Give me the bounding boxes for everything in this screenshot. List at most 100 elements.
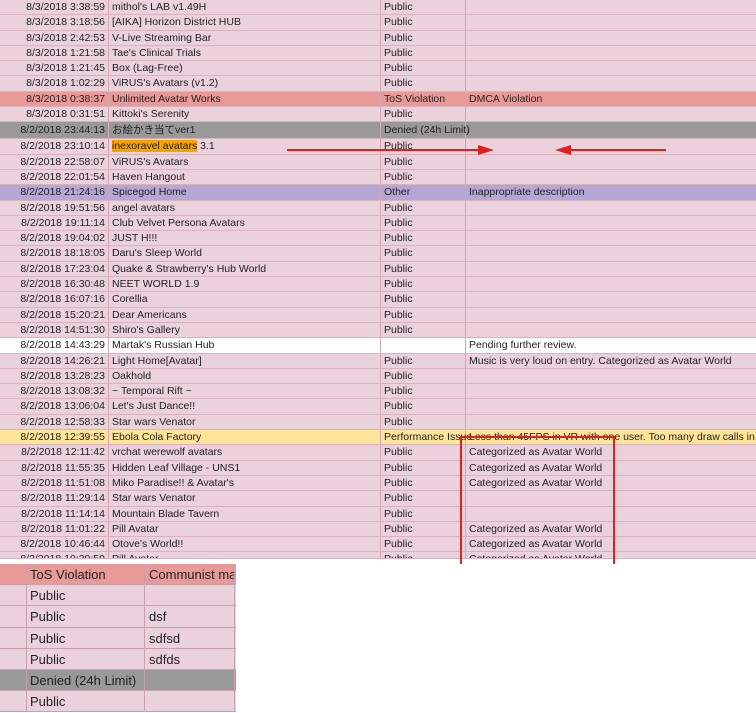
date-cell[interactable]: 8/2/2018 13:08:32 [0,384,109,399]
date-cell[interactable]: 8/2/2018 14:43:29 [0,338,109,353]
table-row[interactable]: 8/2/2018 23:44:13 お絵かき当てver1 Denied (24h L… [0,122,756,140]
date-cell[interactable]: 8/3/2018 1:21:58 [0,45,109,61]
world-name-cell[interactable]: mithol's LAB v1.49H [109,0,381,15]
date-cell[interactable]: 8/2/2018 12:39:55 [0,430,109,445]
table-row[interactable]: 8/2/2018 21:24:16 Spicegod Home Other Inapp… [0,185,756,201]
notes-cell[interactable]: Inappropriate description [466,185,756,199]
status-cell[interactable]: Public [381,368,466,384]
world-name-cell[interactable]: NEET WORLD 1.9 [109,277,381,292]
world-name-cell[interactable]: Club Velvet Persona Avatars [109,215,381,231]
table-row[interactable]: 8/3/2018 1:21:45 Box (Lag-Free) Public [0,61,756,77]
inset-table-row[interactable]: Denied (24h Limit) [0,669,236,692]
world-name-cell[interactable]: お絵かき当てver1 [109,122,381,139]
inset-note-cell[interactable] [145,669,235,691]
table-row[interactable]: 8/3/2018 0:38:37 Unlimited Avatar Works To… [0,91,756,108]
world-name-cell[interactable]: ViRUS's Avatars (v1.2) [109,76,381,91]
status-cell[interactable]: Public [381,414,466,429]
world-name-cell[interactable]: ViRUS's Avatars [109,154,381,169]
notes-cell[interactable] [466,107,756,121]
date-cell[interactable]: 8/2/2018 15:20:21 [0,307,109,322]
inset-table-row[interactable]: Public [0,585,236,607]
table-row[interactable]: 8/2/2018 15:20:21 Dear Americans Public [0,307,756,323]
world-name-cell[interactable]: Tae's Clinical Trials [109,45,381,61]
date-cell[interactable]: 8/2/2018 23:44:13 [0,122,109,139]
date-cell[interactable]: 8/2/2018 11:29:14 [0,491,109,506]
notes-cell[interactable] [466,15,756,29]
notes-cell[interactable] [466,0,756,14]
date-cell[interactable]: 8/2/2018 16:07:16 [0,292,109,307]
world-name-cell[interactable]: Box (Lag-Free) [109,61,381,76]
inset-note-cell[interactable]: dsf [145,606,235,627]
table-row[interactable]: 8/2/2018 14:26:21 Light Home[Avatar] Publi… [0,353,756,369]
date-cell[interactable]: 8/2/2018 18:18:05 [0,246,109,261]
world-name-cell[interactable]: Kittoki's Serenity [109,107,381,122]
date-cell[interactable]: 8/3/2018 1:02:29 [0,76,109,91]
table-row[interactable]: 8/2/2018 17:23:04 Quake & Strawberry's Hu… [0,261,756,278]
table-row[interactable]: 8/2/2018 18:18:05 Daru's Sleep World Publi… [0,246,756,262]
date-cell[interactable]: 8/2/2018 10:39:59 [0,552,109,559]
notes-cell[interactable] [466,277,756,291]
notes-cell[interactable] [466,399,756,413]
status-cell[interactable]: Public [381,521,466,537]
table-row[interactable]: 8/2/2018 16:07:16 Corellia Public [0,292,756,308]
world-name-cell[interactable]: ~ Temporal Rift ~ [109,384,381,399]
notes-cell[interactable] [466,384,756,398]
table-row[interactable]: 8/3/2018 1:21:58 Tae's Clinical Trials Pub… [0,45,756,62]
table-row[interactable]: 8/2/2018 12:58:33 Star wars Venator Public [0,414,756,431]
status-cell[interactable]: Public [381,399,466,414]
inset-table-row[interactable]: Public sdfds [0,648,236,670]
date-cell[interactable]: 8/2/2018 17:23:04 [0,261,109,277]
status-cell[interactable]: Public [381,246,466,261]
notes-cell[interactable]: Categorized as Avatar World [466,537,756,551]
world-name-cell[interactable]: Corellia [109,292,381,307]
world-name-cell[interactable]: Mountain Blade Tavern [109,506,381,521]
table-row[interactable]: 8/3/2018 2:42:53 V-Live Streaming Bar Publ… [0,30,756,46]
notes-cell[interactable]: Categorized as Avatar World [466,476,756,490]
inset-status-cell[interactable]: Public [0,585,145,606]
notes-cell[interactable] [466,507,756,521]
status-cell[interactable]: Other [381,185,466,200]
inset-note-cell[interactable] [145,691,235,712]
status-cell[interactable]: Public [381,107,466,122]
status-cell[interactable]: Public [381,552,466,559]
date-cell[interactable]: 8/2/2018 13:06:04 [0,399,109,414]
notes-cell[interactable] [466,201,756,215]
table-row[interactable]: 8/2/2018 11:01:22 Pill Avatar Public Catego… [0,521,756,538]
status-cell[interactable]: Denied (24h Limit) [381,122,470,139]
date-cell[interactable]: 8/3/2018 2:42:53 [0,30,109,45]
status-cell[interactable]: Public [381,200,466,215]
date-cell[interactable]: 8/2/2018 14:26:21 [0,353,109,368]
world-name-cell[interactable]: Quake & Strawberry's Hub World [109,261,381,277]
world-name-cell[interactable]: [AIKA] Horizon District HUB [109,15,381,30]
date-cell[interactable]: 8/2/2018 11:01:22 [0,521,109,537]
status-cell[interactable]: Public [381,169,466,185]
notes-cell[interactable]: Less than 45FPS in VR with one user. Too… [466,430,756,444]
date-cell[interactable]: 8/3/2018 3:38:59 [0,0,109,15]
notes-cell[interactable]: Categorized as Avatar World [466,461,756,475]
status-cell[interactable]: Public [381,445,466,460]
date-cell[interactable]: 8/2/2018 21:24:16 [0,185,109,200]
table-row[interactable]: 8/2/2018 13:28:23 Oakhold Public [0,368,756,385]
table-row[interactable]: 8/2/2018 11:51:08 Miko Paradise!! & Avata… [0,475,756,492]
date-cell[interactable]: 8/2/2018 22:01:54 [0,169,109,185]
notes-cell[interactable] [466,491,756,505]
world-name-cell[interactable]: Daru's Sleep World [109,246,381,261]
status-cell[interactable]: Public [381,231,466,246]
date-cell[interactable]: 8/2/2018 12:58:33 [0,414,109,429]
status-cell[interactable]: Public [381,215,466,231]
world-name-cell[interactable]: Ebola Cola Factory [109,430,381,445]
world-name-cell[interactable]: Hidden Leaf Village - UNS1 [109,460,381,475]
table-row[interactable]: 8/3/2018 3:38:59 mithol's LAB v1.49H Publi… [0,0,756,16]
status-cell[interactable]: Public [381,139,466,154]
world-name-cell[interactable]: Haven Hangout [109,169,381,185]
notes-cell[interactable] [466,46,756,60]
status-cell[interactable]: ToS Violation [381,91,466,107]
table-row[interactable]: 8/2/2018 11:14:14 Mountain Blade Tavern Pu… [0,506,756,522]
date-cell[interactable]: 8/2/2018 11:51:08 [0,475,109,491]
notes-cell[interactable]: Categorized as Avatar World [466,522,756,536]
notes-cell[interactable]: DMCA Violation [466,92,756,106]
inset-status-cell[interactable]: Public [0,606,145,627]
status-cell[interactable]: Public [381,30,466,45]
notes-cell[interactable] [466,308,756,322]
world-name-cell[interactable]: Let's Just Dance!! [109,399,381,414]
